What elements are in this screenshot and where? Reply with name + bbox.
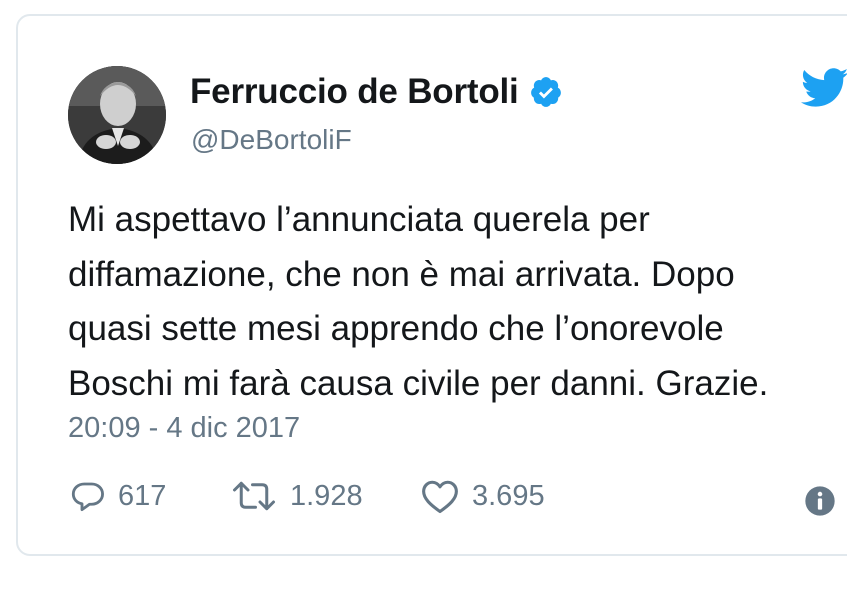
author-name-row: Ferruccio de Bortoli	[190, 72, 563, 112]
author-handle[interactable]: @DeBortoliF	[191, 124, 352, 156]
like-count: 3.695	[472, 479, 545, 512]
reply-button[interactable]: 617	[70, 478, 230, 514]
retweet-icon	[230, 478, 278, 514]
tweet-timestamp[interactable]: 20:09 - 4 dic 2017	[68, 412, 300, 445]
retweet-count: 1.928	[290, 479, 363, 512]
info-icon[interactable]	[804, 485, 836, 517]
tweet-actions: 617 1.928 3.695	[70, 478, 545, 514]
avatar[interactable]	[68, 66, 166, 164]
like-button[interactable]: 3.695	[420, 478, 545, 514]
reply-icon	[70, 478, 106, 514]
tweet-text: Mi aspettavo l’annunciata querela per di…	[68, 200, 769, 403]
verified-badge-icon	[529, 75, 563, 109]
retweet-button[interactable]: 1.928	[230, 478, 420, 514]
reply-count: 617	[118, 479, 167, 512]
like-icon	[420, 478, 460, 514]
twitter-bird-icon[interactable]	[800, 68, 847, 108]
author-name[interactable]: Ferruccio de Bortoli	[190, 72, 519, 112]
